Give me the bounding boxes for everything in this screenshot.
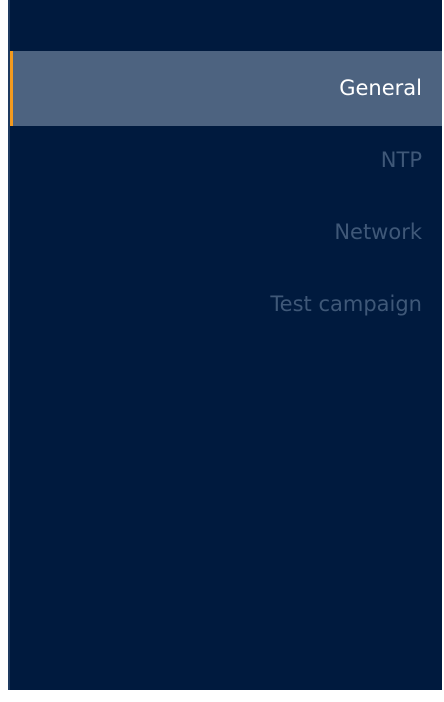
sidebar-item-label: NTP: [380, 148, 422, 172]
sidebar-item-general[interactable]: General: [10, 51, 442, 126]
sidebar-item-test-campaign[interactable]: Test campaign: [10, 267, 442, 342]
settings-nav: General NTP Network Test campaign: [10, 51, 442, 339]
sidebar-item-label: General: [339, 76, 422, 100]
sidebar-item-ntp[interactable]: NTP: [10, 123, 442, 198]
left-border: [0, 0, 8, 702]
sidebar-item-label: Network: [334, 220, 422, 244]
settings-sidebar: General NTP Network Test campaign: [0, 0, 444, 702]
sidebar-item-network[interactable]: Network: [10, 195, 442, 270]
sidebar-item-label: Test campaign: [270, 292, 422, 316]
bottom-border: [0, 690, 444, 702]
